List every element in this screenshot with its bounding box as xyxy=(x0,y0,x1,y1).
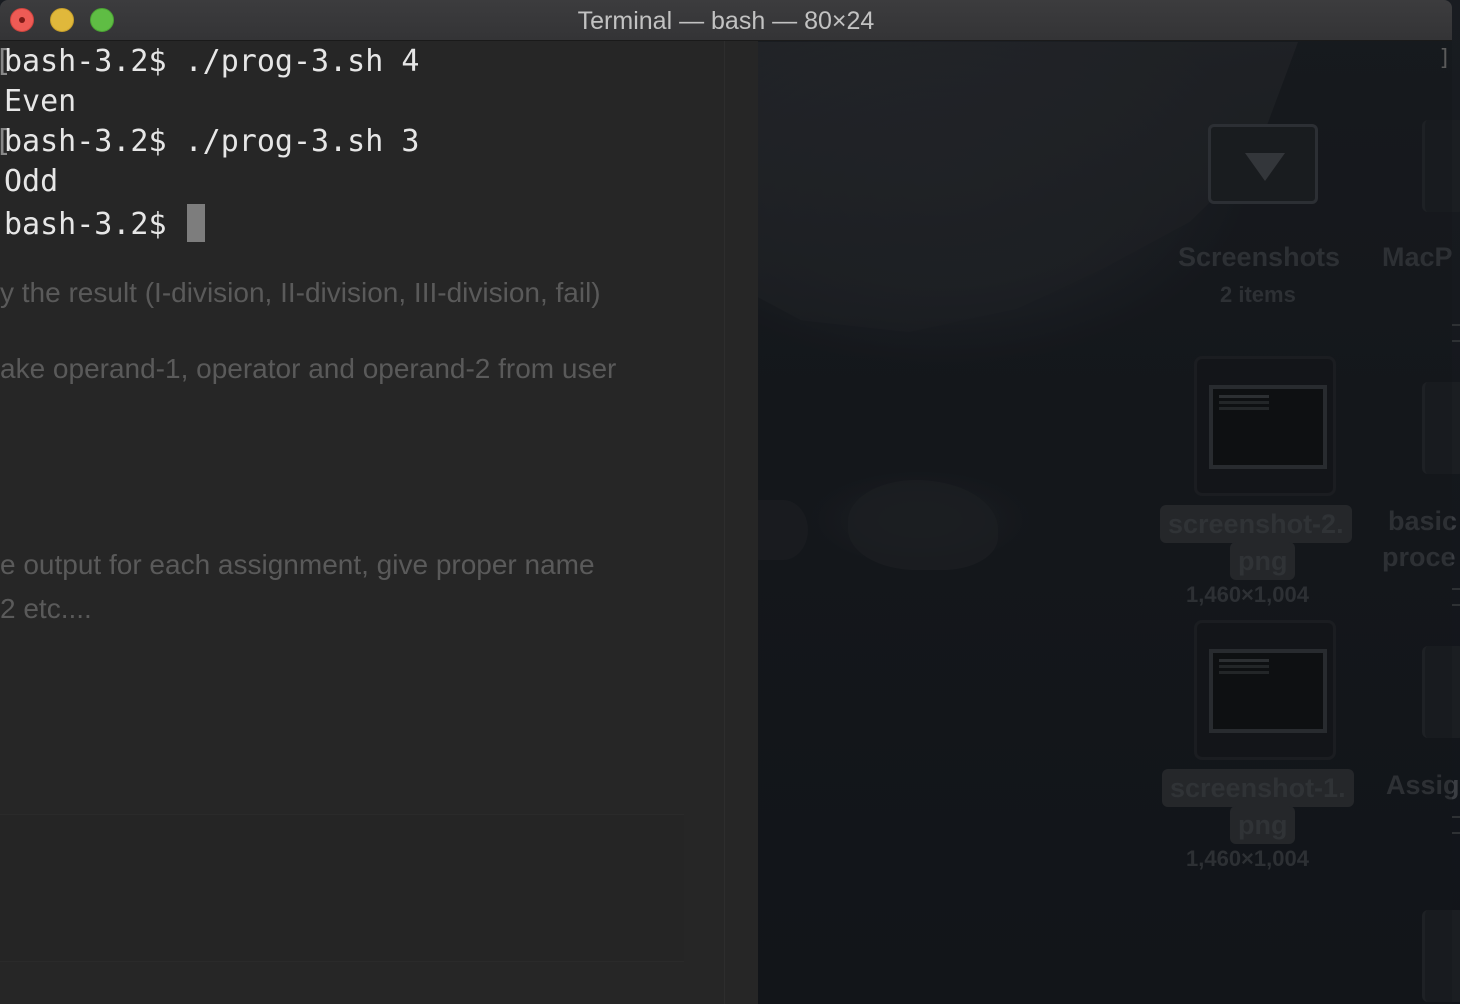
edge-handle-icon xyxy=(1452,588,1460,606)
scroll-indicator-icon: ] xyxy=(1438,46,1452,71)
edge-handle-icon xyxy=(1452,816,1460,834)
terminal-prompt-line[interactable]: bash-3.2$ xyxy=(4,204,205,242)
title-bar[interactable]: Terminal — bash — 80×24 xyxy=(0,0,1452,41)
edge-handle-icon xyxy=(1452,324,1460,342)
terminal-window[interactable]: y the result (I-division, II-division, I… xyxy=(0,0,1452,1004)
terminal-line: bash-3.2$ ./prog-3.sh 3 xyxy=(4,124,420,159)
terminal-transparent-area[interactable] xyxy=(758,41,1452,1004)
document-line: ake operand-1, operator and operand-2 fr… xyxy=(0,353,617,384)
document-line: 2 etc.... xyxy=(0,593,92,624)
document-divider xyxy=(724,41,725,1004)
document-line: y the result (I-division, II-division, I… xyxy=(0,277,601,308)
document-panel xyxy=(0,814,684,962)
text-cursor xyxy=(186,204,205,242)
window-title: Terminal — bash — 80×24 xyxy=(577,7,875,35)
background-document: y the result (I-division, II-division, I… xyxy=(0,41,758,1004)
document-line: e output for each assignment, give prope… xyxy=(0,549,595,580)
prompt-text: bash-3.2$ xyxy=(4,207,185,242)
terminal-line: Odd xyxy=(4,164,59,199)
terminal-line: Even xyxy=(4,84,77,119)
terminal-line: bash-3.2$ ./prog-3.sh 4 xyxy=(4,44,420,79)
